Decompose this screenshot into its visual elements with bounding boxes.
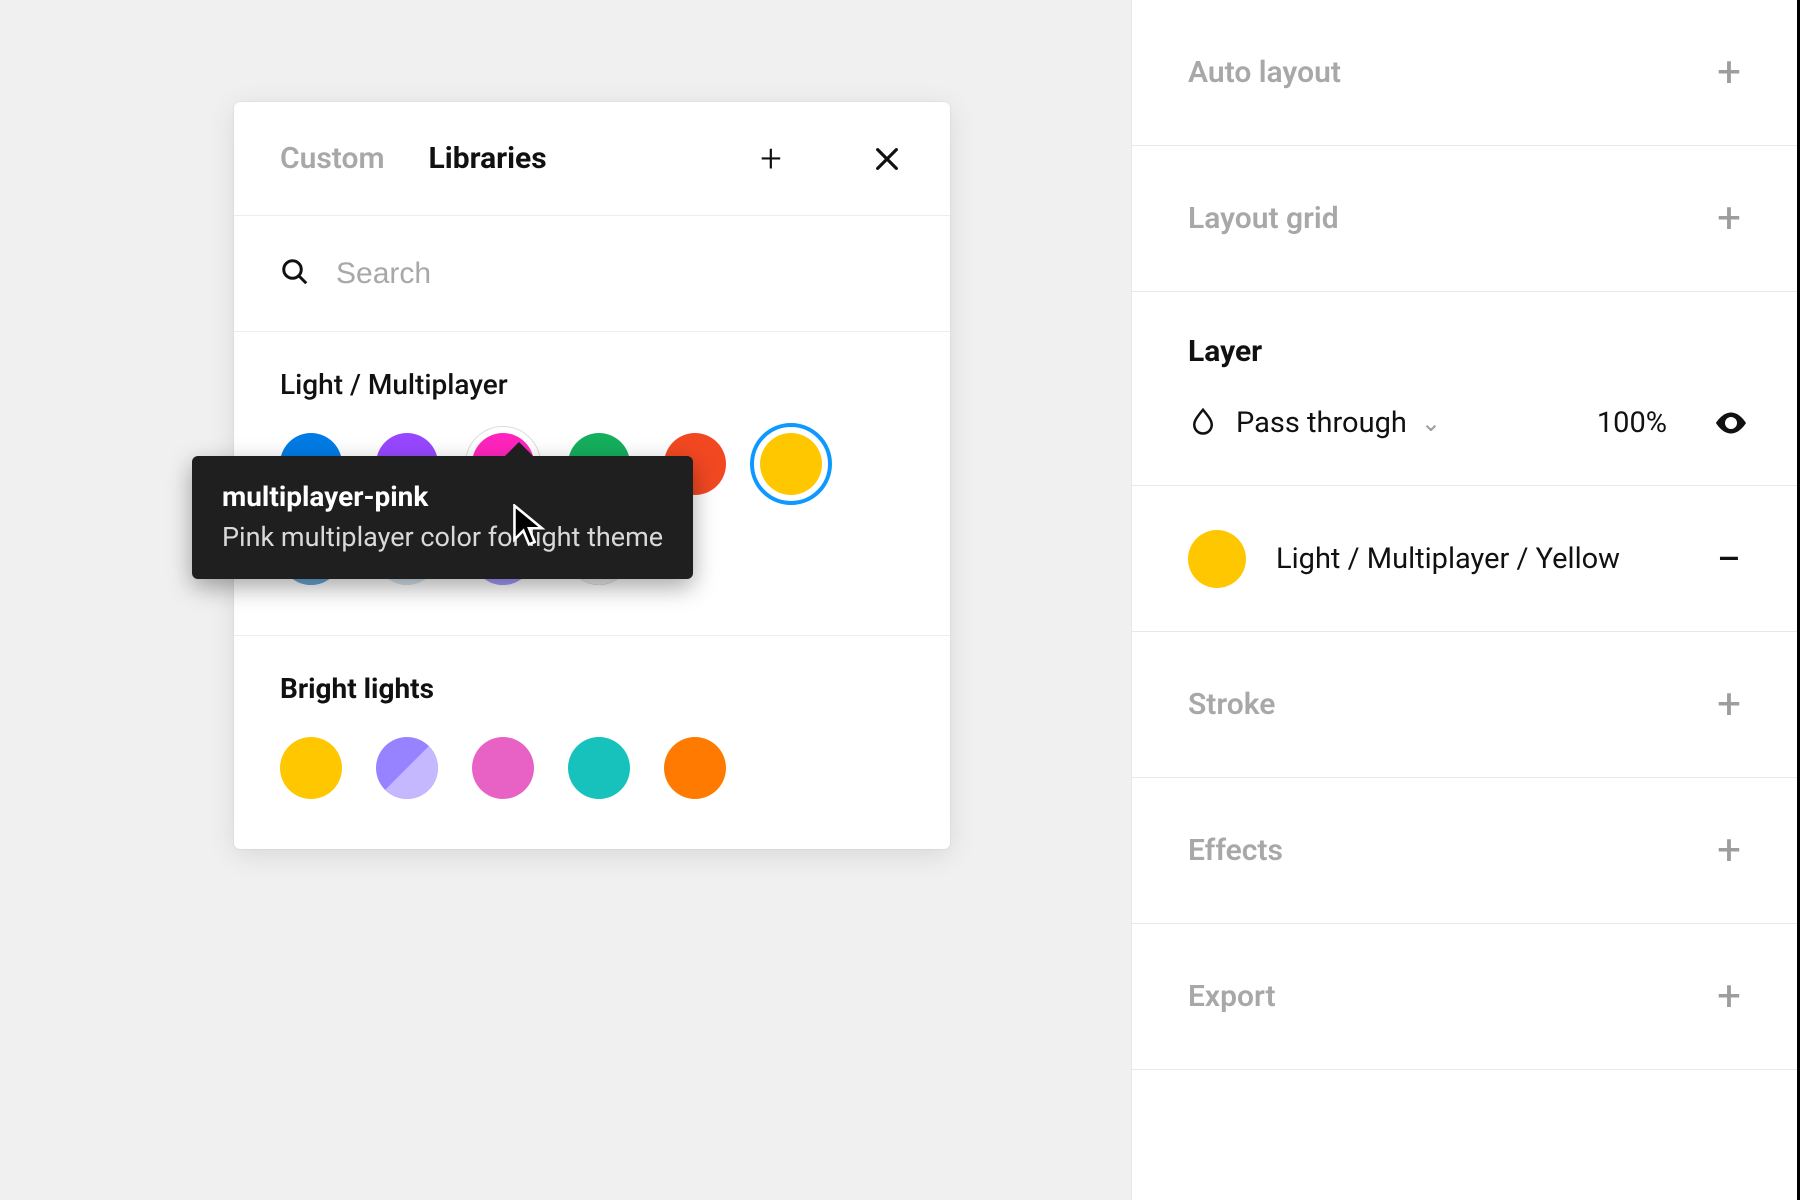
section-label: Auto layout xyxy=(1188,55,1341,90)
plus-icon[interactable]: + xyxy=(1709,199,1749,239)
chevron-down-icon: ⌄ xyxy=(1421,409,1441,437)
section-layer: Layer Pass through ⌄ 100% xyxy=(1132,292,1797,486)
tooltip-title: multiplayer-pink xyxy=(222,480,663,513)
plus-icon[interactable]: + xyxy=(1709,685,1749,725)
visibility-icon[interactable] xyxy=(1713,405,1749,441)
tooltip-description: Pink multiplayer color for light theme xyxy=(222,521,663,553)
section-label: Export xyxy=(1188,979,1276,1014)
palette-tabs: Custom Libraries + xyxy=(234,102,950,216)
swatch-bl-orange[interactable] xyxy=(664,737,726,799)
search-icon xyxy=(280,257,310,291)
add-style-button[interactable]: + xyxy=(748,136,794,182)
color-tooltip: multiplayer-pink Pink multiplayer color … xyxy=(192,456,693,579)
section-export[interactable]: Export + xyxy=(1132,924,1797,1070)
section-label: Effects xyxy=(1188,833,1283,868)
group-title: Light / Multiplayer xyxy=(280,368,904,401)
plus-icon[interactable]: + xyxy=(1709,53,1749,93)
group-bright-lights: Bright lights xyxy=(234,636,950,849)
section-label: Layer xyxy=(1188,334,1749,369)
swatch-bl-pink[interactable] xyxy=(472,737,534,799)
plus-icon[interactable]: + xyxy=(1709,977,1749,1017)
blend-mode-dropdown[interactable]: Pass through ⌄ xyxy=(1236,406,1441,440)
palette-search[interactable] xyxy=(234,216,950,332)
tab-custom[interactable]: Custom xyxy=(280,141,385,176)
swatch-bl-purple[interactable] xyxy=(376,737,438,799)
section-stroke[interactable]: Stroke + xyxy=(1132,632,1797,778)
swatch-bl-yellow[interactable] xyxy=(280,737,342,799)
section-label: Stroke xyxy=(1188,687,1275,722)
section-autolayout[interactable]: Auto layout + xyxy=(1132,0,1797,146)
section-effects[interactable]: Effects + xyxy=(1132,778,1797,924)
swatch-row xyxy=(280,737,904,799)
blend-icon xyxy=(1188,406,1218,440)
section-label: Layout grid xyxy=(1188,201,1339,236)
tab-libraries[interactable]: Libraries xyxy=(429,141,547,176)
inspector-panel: Auto layout + Layout grid + Layer Pass t… xyxy=(1131,0,1800,1200)
fill-style-name: Light / Multiplayer / Yellow xyxy=(1276,542,1620,576)
group-title: Bright lights xyxy=(280,672,904,705)
opacity-value[interactable]: 100% xyxy=(1597,406,1667,440)
swatch-bl-teal[interactable] xyxy=(568,737,630,799)
close-icon[interactable] xyxy=(864,136,910,182)
fill-swatch[interactable] xyxy=(1188,530,1246,588)
plus-icon[interactable]: + xyxy=(1709,831,1749,871)
fill-style-row[interactable]: Light / Multiplayer / Yellow − xyxy=(1132,486,1797,632)
swatch-mp-yellow[interactable] xyxy=(760,433,822,495)
minus-icon[interactable]: − xyxy=(1709,539,1749,579)
search-input[interactable] xyxy=(336,257,904,291)
section-layoutgrid[interactable]: Layout grid + xyxy=(1132,146,1797,292)
blend-mode-value: Pass through xyxy=(1236,406,1407,440)
